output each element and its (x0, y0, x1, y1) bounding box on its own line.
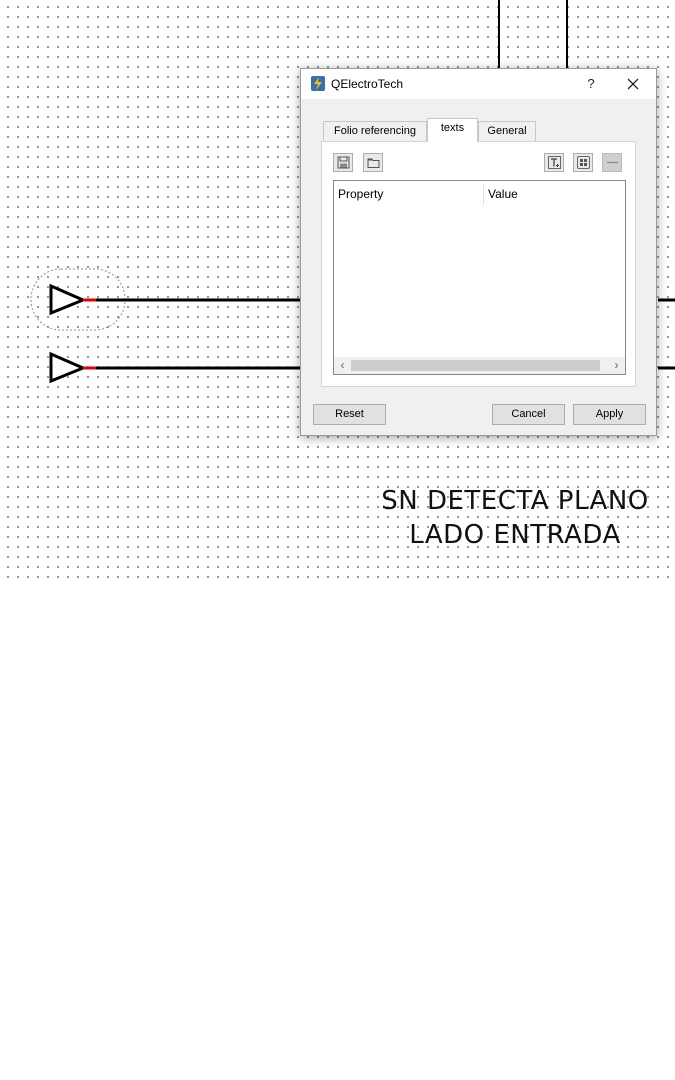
tab-general[interactable]: General (478, 121, 536, 141)
scrollbar-thumb[interactable] (351, 360, 600, 371)
arrow-symbol-1 (49, 283, 87, 316)
diagram-text-line-2: LADO ENTRADA (409, 520, 621, 550)
cancel-button[interactable]: Cancel (492, 404, 565, 425)
save-icon (337, 156, 350, 169)
text-field-icon (548, 156, 561, 169)
tab-texts[interactable]: texts (427, 118, 478, 142)
open-button[interactable] (363, 153, 383, 172)
texts-panel: Property Value ‹ › (321, 141, 636, 387)
grid-group-icon (577, 156, 590, 169)
apply-button[interactable]: Apply (573, 404, 646, 425)
close-icon (627, 78, 639, 90)
add-group-button[interactable] (573, 153, 593, 172)
scroll-left-icon[interactable]: ‹ (334, 357, 351, 374)
remove-button[interactable] (602, 153, 622, 172)
dialog-title: QElectroTech (331, 77, 404, 91)
dialog-titlebar[interactable]: QElectroTech ? (301, 69, 656, 99)
add-text-button[interactable] (544, 153, 564, 172)
column-header-property[interactable]: Property (334, 181, 483, 207)
diagram-text-line-1: SN DETECTA PLANO (381, 486, 649, 516)
column-header-value[interactable]: Value (484, 181, 625, 207)
reset-button[interactable]: Reset (313, 404, 386, 425)
property-tree[interactable]: Property Value ‹ › (333, 180, 626, 375)
diagram-text[interactable]: SN DETECTA PLANO LADO ENTRADA (360, 484, 670, 552)
qelectrotech-app-icon (311, 76, 325, 91)
open-folder-icon (367, 158, 380, 168)
arrow-symbol-2 (49, 351, 87, 384)
remove-icon (607, 161, 618, 164)
close-button[interactable] (621, 73, 645, 95)
help-button[interactable]: ? (581, 74, 601, 94)
element-properties-dialog: QElectroTech ? Folio referencing texts G… (300, 68, 657, 436)
save-button[interactable] (333, 153, 353, 172)
horizontal-scrollbar[interactable]: ‹ › (334, 357, 625, 374)
scroll-right-icon[interactable]: › (608, 357, 625, 374)
tab-folio-referencing[interactable]: Folio referencing (323, 121, 427, 141)
